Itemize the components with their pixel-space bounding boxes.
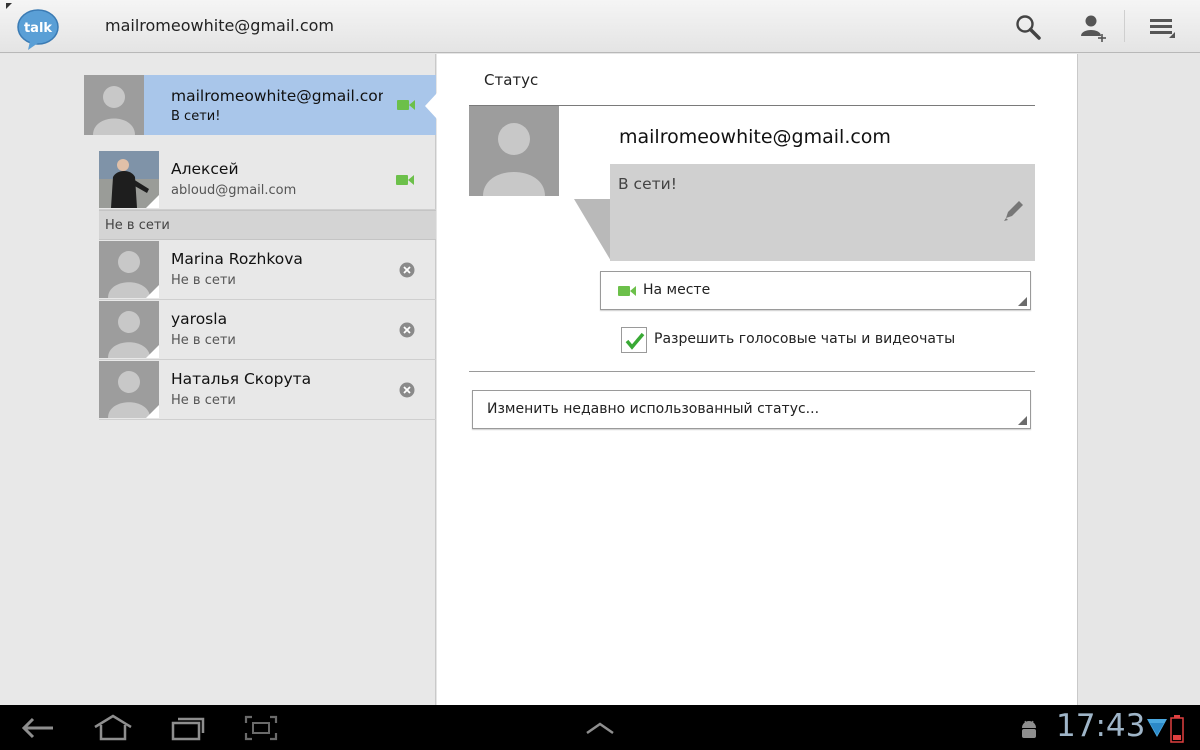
- talk-logo-icon[interactable]: talk: [6, 3, 60, 51]
- status-message-box[interactable]: В сети!: [610, 164, 1035, 261]
- contact-row-natalya[interactable]: Наталья Скорута Не в сети: [99, 360, 436, 420]
- default-avatar-icon: [99, 241, 159, 298]
- recent-apps-icon: [171, 717, 205, 741]
- self-row[interactable]: mailromeowhite@gmail.com В сети!: [84, 75, 436, 135]
- divider: [469, 371, 1035, 372]
- presence-value: На месте: [643, 282, 711, 298]
- offline-section-header: Не в сети: [99, 210, 436, 240]
- menu-icon: [1150, 19, 1175, 38]
- android-icon[interactable]: [1018, 718, 1040, 740]
- contact-name: yarosla: [171, 310, 228, 328]
- pencil-icon[interactable]: [1001, 199, 1025, 223]
- recent-status-label: Изменить недавно использованный статус..…: [487, 401, 820, 417]
- screenshot-icon: [244, 715, 278, 741]
- default-avatar-icon: [99, 301, 159, 358]
- home-icon: [94, 714, 132, 741]
- battery-icon[interactable]: [1170, 715, 1184, 743]
- contact-email: abloud@gmail.com: [171, 183, 297, 198]
- screenshot-button[interactable]: [233, 711, 289, 745]
- home-button[interactable]: [85, 711, 141, 745]
- presence-dropdown[interactable]: На месте: [600, 271, 1031, 310]
- allow-chats-label[interactable]: Разрешить голосовые чаты и видеочаты: [654, 331, 955, 347]
- offline-icon: [399, 322, 415, 338]
- profile-avatar-icon[interactable]: [469, 106, 559, 196]
- contact-name: Marina Rozhkova: [171, 250, 303, 268]
- checkmark-icon: [625, 332, 645, 350]
- expand-up-button[interactable]: [572, 711, 628, 745]
- back-button[interactable]: [10, 711, 66, 745]
- profile-email: mailromeowhite@gmail.com: [619, 126, 891, 148]
- selection-pointer: [425, 93, 437, 119]
- account-title: mailromeowhite@gmail.com: [105, 16, 334, 35]
- contact-row-yarosla[interactable]: yarosla Не в сети: [99, 300, 436, 360]
- chevron-up-icon: [586, 722, 614, 735]
- clock[interactable]: 17:43: [1056, 708, 1145, 744]
- contact-row-aleksey[interactable]: Алексей abloud@gmail.com: [99, 150, 436, 210]
- status-panel: Статус mailromeowhite@gmail.com В сети! …: [437, 54, 1078, 705]
- contact-status: Не в сети: [171, 393, 236, 408]
- allow-chats-checkbox[interactable]: [621, 327, 647, 353]
- video-camera-icon: [396, 175, 414, 185]
- wifi-icon[interactable]: [1146, 717, 1168, 741]
- search-icon: [1016, 15, 1041, 40]
- system-bar: 17:43: [0, 705, 1200, 750]
- contact-status: Не в сети: [171, 333, 236, 348]
- dropdown-corner-icon: [1018, 416, 1027, 425]
- default-avatar-icon: [99, 361, 159, 418]
- recent-status-dropdown[interactable]: Изменить недавно использованный статус..…: [472, 390, 1031, 429]
- default-avatar-icon: [84, 75, 144, 135]
- self-name: mailromeowhite@gmail.com: [171, 87, 383, 105]
- panel-title: Статус: [484, 71, 539, 89]
- add-contact-icon: [1081, 15, 1106, 42]
- recent-apps-button[interactable]: [160, 711, 216, 745]
- talk-logo-text: talk: [24, 21, 52, 36]
- offline-icon: [399, 382, 415, 398]
- action-bar: talk mailromeowhite@gmail.com: [0, 0, 1200, 53]
- right-gutter: [1079, 54, 1200, 705]
- menu-button[interactable]: [1142, 8, 1182, 46]
- video-camera-icon: [397, 100, 415, 110]
- search-button[interactable]: [1008, 8, 1048, 46]
- video-camera-icon: [618, 286, 636, 296]
- offline-icon: [399, 262, 415, 278]
- contact-status: Не в сети: [171, 273, 236, 288]
- contact-photo: [99, 151, 159, 208]
- back-icon: [21, 717, 53, 739]
- status-message: В сети!: [618, 175, 677, 193]
- dropdown-corner-icon: [1018, 297, 1027, 306]
- speech-bubble-tail: [574, 199, 611, 261]
- contact-name: Алексей: [171, 160, 239, 178]
- contact-list: mailromeowhite@gmail.com В сети! Алексей…: [0, 54, 436, 705]
- contact-name: Наталья Скорута: [171, 370, 312, 388]
- action-bar-divider: [1124, 10, 1125, 42]
- contact-row-marina[interactable]: Marina Rozhkova Не в сети: [99, 240, 436, 300]
- add-contact-button[interactable]: [1074, 8, 1114, 46]
- self-status: В сети!: [171, 109, 221, 124]
